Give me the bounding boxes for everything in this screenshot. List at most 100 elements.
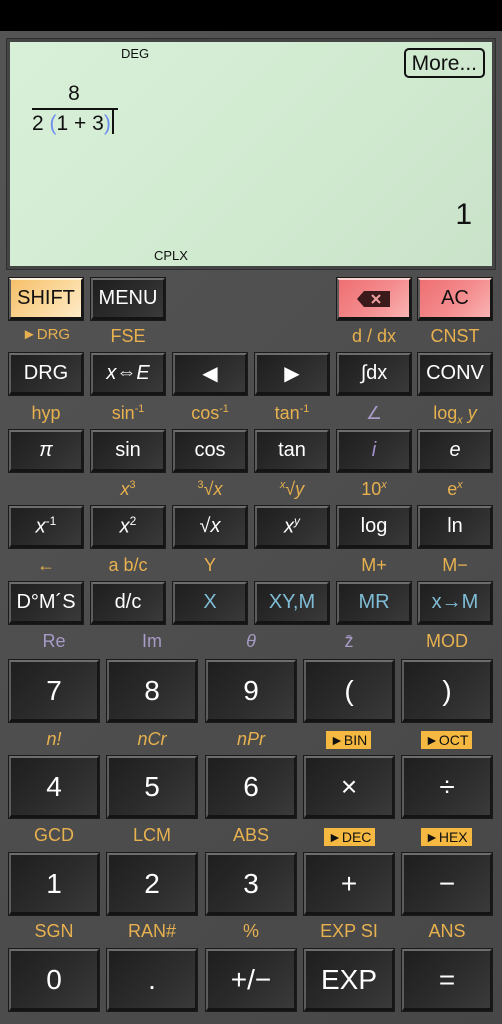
add-button[interactable]: +: [303, 852, 395, 916]
shift-label-hyp: hyp: [31, 403, 61, 423]
denominator-prefix: 2: [32, 112, 44, 135]
digit-6-button[interactable]: 6: [205, 755, 297, 819]
shift-label-abs: ABS: [232, 825, 270, 845]
cos-button[interactable]: cos: [172, 429, 248, 473]
sqrt-button[interactable]: √x: [172, 505, 248, 549]
shift-label-npr: nPr: [236, 729, 265, 749]
power-label: xy: [284, 514, 300, 538]
digit-3-button[interactable]: 3: [205, 852, 297, 916]
digit-8-button[interactable]: 8: [106, 659, 198, 723]
integral-button[interactable]: ∫dx: [336, 352, 412, 396]
digit-9-button[interactable]: 9: [205, 659, 297, 723]
alpha-label-im: Im: [142, 631, 162, 651]
digit-0-button[interactable]: 0: [8, 948, 100, 1012]
menu-button[interactable]: MENU: [90, 277, 166, 321]
left-arrow-icon: ◀: [202, 363, 218, 385]
cursor-right-button[interactable]: ▶: [254, 352, 330, 396]
divide-button[interactable]: ÷: [401, 755, 493, 819]
close-paren-button[interactable]: ): [401, 659, 493, 723]
expression-fraction[interactable]: 8 2 (1 + 3): [32, 82, 118, 138]
shift-label-gcd: GCD: [34, 825, 74, 845]
tan-button[interactable]: tan: [254, 429, 330, 473]
store-memory-button[interactable]: x→M: [417, 581, 493, 625]
to-decimal-tag: ►DEC: [324, 828, 376, 846]
calculator-display: DEG CPLX More... 8 2 (1 + 3) 1: [10, 42, 492, 266]
shift-label-m-minus: M−: [442, 555, 468, 575]
fraction-button[interactable]: d/c: [90, 581, 166, 625]
fraction-denominator: 2 (1 + 3): [32, 110, 118, 138]
multiply-button[interactable]: ×: [303, 755, 395, 819]
open-paren: (: [49, 112, 57, 135]
shift-label-m-plus: M+: [361, 555, 387, 575]
ln-button[interactable]: ln: [417, 505, 493, 549]
subtract-button[interactable]: −: [401, 852, 493, 916]
exp-button[interactable]: EXP: [303, 948, 395, 1012]
log-button[interactable]: log: [336, 505, 412, 549]
to-binary-tag: ►BIN: [326, 731, 372, 749]
power-button[interactable]: xy: [254, 505, 330, 549]
shift-label-percent: %: [242, 921, 259, 941]
shift-label-y: Y: [203, 555, 216, 575]
shift-label-derivative: d / dx: [351, 326, 397, 346]
more-button[interactable]: More...: [403, 48, 485, 78]
complex-mode-indicator: CPLX: [154, 248, 188, 263]
shift-label-exp-power: ex: [447, 479, 463, 499]
convert-button[interactable]: CONV: [417, 352, 493, 396]
backspace-button[interactable]: [336, 277, 412, 321]
dms-button[interactable]: D°M´S: [8, 581, 84, 625]
shift-label-atan: tan-1: [274, 403, 310, 423]
digit-7-button[interactable]: 7: [8, 659, 100, 723]
to-octal-tag: ►OCT: [421, 731, 473, 749]
pi-button[interactable]: π: [8, 429, 84, 473]
reciprocal-button[interactable]: x-1: [8, 505, 84, 549]
shift-label-constants: CNST: [430, 326, 480, 346]
shift-label-xth-root: x√y: [279, 479, 305, 499]
sqrt-label: √x: [199, 515, 221, 537]
x-variable-button[interactable]: X: [172, 581, 248, 625]
shift-label-fse: FSE: [110, 326, 146, 346]
shift-label-acos: cos-1: [191, 403, 229, 423]
shift-label-ten-power: 10x: [361, 479, 387, 499]
shift-label-mod: MOD: [426, 631, 468, 651]
cursor-left-button[interactable]: ◀: [172, 352, 248, 396]
negate-button[interactable]: +/−: [205, 948, 297, 1012]
right-arrow-icon: ▶: [284, 363, 300, 385]
result-value: 1: [455, 198, 472, 231]
square-button[interactable]: x2: [90, 505, 166, 549]
x-exchange-e-button[interactable]: x⇔E: [90, 352, 166, 396]
digit-4-button[interactable]: 4: [8, 755, 100, 819]
alpha-label-angle: ∠: [365, 403, 383, 423]
backspace-icon: [357, 290, 390, 307]
shift-label-to-drg: ►DRG: [21, 326, 71, 343]
digit-5-button[interactable]: 5: [106, 755, 198, 819]
drg-button[interactable]: DRG: [8, 352, 84, 396]
shift-label-logxy: logx y: [433, 403, 477, 427]
open-paren-button[interactable]: (: [303, 659, 395, 723]
equals-button[interactable]: =: [401, 948, 493, 1012]
digit-1-button[interactable]: 1: [8, 852, 100, 916]
shift-label-cube: x3: [120, 479, 136, 499]
fraction-numerator: 8: [68, 82, 80, 105]
square-label: x2: [119, 514, 137, 538]
shift-label-asin: sin-1: [111, 403, 145, 423]
shift-button[interactable]: SHIFT: [8, 277, 84, 321]
x-exchange-e-label: x⇔E: [106, 362, 150, 384]
alpha-label-conjugate: z̄: [344, 631, 354, 651]
decimal-point-button[interactable]: .: [106, 948, 198, 1012]
shift-label-sgn: SGN: [34, 921, 74, 941]
shift-label-ncr: nCr: [137, 729, 167, 749]
shift-label-factorial: n!: [46, 729, 62, 749]
memory-recall-button[interactable]: MR: [336, 581, 412, 625]
pi-label: π: [39, 439, 53, 461]
shift-label-ans: ANS: [428, 921, 466, 941]
sin-button[interactable]: sin: [90, 429, 166, 473]
status-bar: [0, 0, 502, 31]
all-clear-button[interactable]: AC: [417, 277, 493, 321]
euler-e-button[interactable]: e: [417, 429, 493, 473]
imaginary-i-button[interactable]: i: [336, 429, 412, 473]
shift-label-mixed-fraction: a b/c: [108, 555, 148, 575]
xym-button[interactable]: XY,M: [254, 581, 330, 625]
to-hex-tag: ►HEX: [421, 828, 472, 846]
digit-2-button[interactable]: 2: [106, 852, 198, 916]
shift-label-cube-root: 3√x: [197, 479, 223, 499]
